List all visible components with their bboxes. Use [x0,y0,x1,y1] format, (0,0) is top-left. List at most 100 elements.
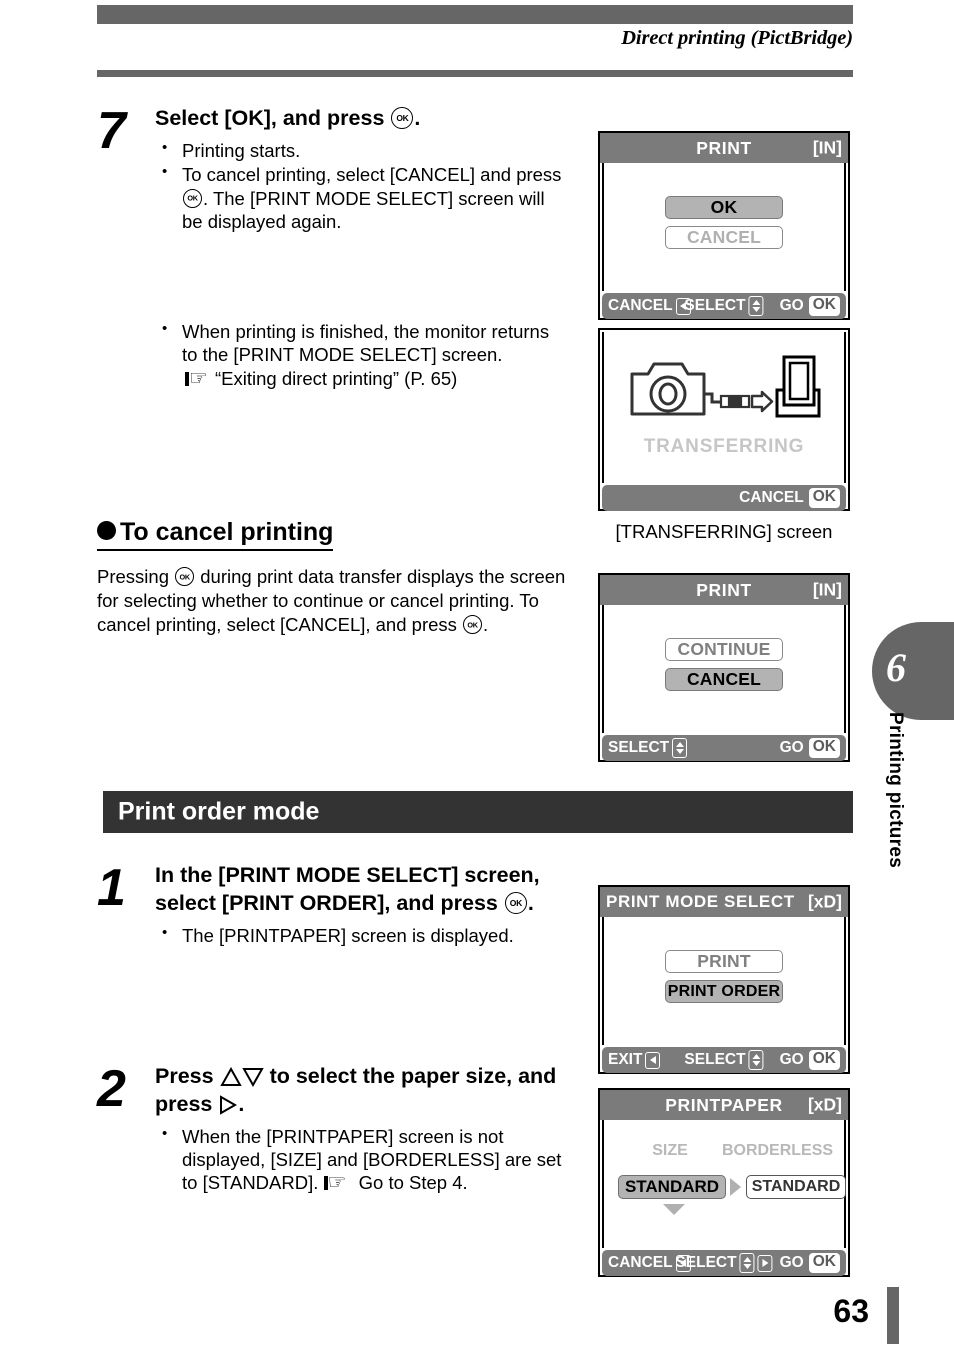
right-arrow-icon [220,1095,238,1115]
lcd-footer-left-label: EXIT [608,1051,643,1068]
step-7-note-bullets: When printing is finished, the monitor r… [155,320,567,390]
lcd-title-text: PRINT MODE SELECT [606,892,795,911]
right-arrow-key-icon [757,1254,773,1272]
lcd-menu-item-ok[interactable]: OK [665,196,783,219]
subsection-body: Pressing during print data transfer disp… [97,565,567,637]
printpaper-borderless-label: BORDERLESS [721,1142,834,1159]
printpaper-size-label: SIZE [652,1142,688,1159]
header-top-bar [97,5,853,24]
lcd-footer-right: CANCEL OK [739,488,840,508]
lcd-footer-bar: CANCEL SELECT GO OK [602,293,846,319]
step-7-heading-text: Select [OK], and press [155,106,385,130]
lcd-footer-right-label: GO [779,1051,804,1068]
lcd-title-text: PRINTPAPER [665,1094,783,1115]
ok-button-icon [175,567,195,586]
list-item: To cancel printing, select [CANCEL] and … [155,163,567,233]
ok-key-icon: OK [808,488,840,508]
lcd-footer-mid-label: SELECT [684,297,746,314]
lcd-title-bar: PRINTPAPER [xD] [600,1090,848,1120]
lcd-screen-print-ok-cancel: PRINT [IN] OK CANCEL CANCEL SELECT GO OK [598,131,850,320]
to-cancel-printing-section: To cancel printing Pressing during print… [97,518,567,637]
lcd-content-area: SIZE BORDERLESS STANDARD STANDARD [602,1120,846,1248]
lcd-footer-mid-label: SELECT [675,1254,737,1271]
header-rule [97,70,853,77]
subsection-heading: To cancel printing [97,518,567,551]
step-1-heading-period: . [527,890,534,915]
ok-button-icon [391,107,414,129]
lcd-footer-right: GO OK [780,296,840,316]
lcd-menu-item-print-order[interactable]: PRINT ORDER [665,980,783,1003]
ok-key-icon: OK [808,1253,840,1273]
lcd-footer-right: GO OK [780,738,840,758]
left-arrow-key-icon [645,1051,661,1069]
step-2-heading-text-2: to select the paper size, and press [155,1064,557,1116]
step-1-number: 1 [97,859,126,917]
step-1-heading-text: In the [PRINT MODE SELECT] screen, selec… [155,863,540,915]
lcd-footer-left-label: CANCEL [608,1254,673,1271]
step-7-bullets: Printing starts. To cancel printing, sel… [155,139,567,233]
step-2-bullets: When the [PRINTPAPER] screen is not disp… [155,1125,567,1195]
subsection-body-text-1: Pressing [97,566,169,587]
lcd-card-indicator: [xD] [807,1094,842,1115]
lcd-footer-right: GO OK [780,1253,840,1273]
lcd-content-area: OK CANCEL [602,163,846,291]
bullet-dot-icon [97,521,116,540]
lcd-caption-transferring: [TRANSFERRING] screen [615,521,833,542]
step-2-number: 2 [97,1060,126,1118]
printpaper-borderless-value[interactable]: STANDARD [746,1175,846,1199]
subsection-body-text-3: . [483,614,489,636]
ok-button-icon [183,188,202,208]
lcd-status-text: TRANSFERRING [643,436,805,457]
section-header-print-order-mode: Print order mode [103,791,853,833]
lcd-card-indicator: [IN] [812,137,842,158]
lcd-footer-right-label: GO [779,297,804,314]
ok-button-icon [463,615,483,635]
down-arrow-icon [241,1068,264,1088]
ok-button-icon [504,891,527,914]
lcd-card-indicator: [IN] [812,579,842,600]
lcd-menu-item-print[interactable]: PRINT [665,950,783,973]
lcd-footer-bar: EXIT SELECT GO OK [602,1047,846,1073]
up-down-key-icon [739,1253,755,1273]
lcd-menu-item-cancel[interactable]: CANCEL [665,668,783,691]
lcd-card-indicator: [xD] [807,891,842,912]
step-1-bullets: The [PRINTPAPER] screen is displayed. [155,924,567,947]
chapter-number: 6 [886,645,906,690]
lcd-menu-item-continue[interactable]: CONTINUE [665,638,783,661]
ok-key-icon: OK [808,738,840,758]
subsection-heading-text: To cancel printing [120,518,334,546]
right-arrow-indicator-icon [730,1178,741,1196]
lcd-footer-mid: SELECT [684,1050,764,1070]
subsection-heading-inner: To cancel printing [97,518,334,551]
lcd-footer-left: SELECT [608,738,688,758]
chapter-label: Printing pictures [885,712,906,869]
lcd-content-area: PRINT PRINT ORDER [602,917,846,1045]
step-2-heading-period: . [238,1091,245,1116]
list-item: The [PRINTPAPER] screen is displayed. [155,924,567,947]
up-down-key-icon [672,738,688,758]
ok-key-icon: OK [808,1050,840,1070]
bullet-text: To cancel printing, select [CANCEL] and … [182,164,562,186]
step-2-heading: Press to select the paper size, and pres… [155,1063,567,1119]
up-arrow-icon [219,1066,242,1086]
page-header-title: Direct printing (PictBridge) [621,27,853,49]
list-item: Printing starts. [155,139,567,162]
lcd-footer-mid-label: SELECT [684,1051,746,1068]
printpaper-size-value[interactable]: STANDARD [618,1175,726,1199]
list-item: When printing is finished, the monitor r… [155,320,567,390]
lcd-title-text: PRINT [696,579,752,600]
bullet-text-cont: Go to Step 4. [358,1172,468,1194]
lcd-screen-print-mode-select: PRINT MODE SELECT [xD] PRINT PRINT ORDER… [598,885,850,1074]
step-7-heading: Select [OK], and press . [155,105,567,133]
page-edge-marker [887,1287,899,1344]
lcd-footer-left-label: CANCEL [608,297,673,314]
up-down-key-icon [748,1050,764,1070]
cross-reference-text: “Exiting direct printing” (P. 65) [215,367,458,389]
step-7-heading-period: . [414,106,421,130]
section-header-title: Print order mode [118,797,320,826]
bullet-text: When printing is finished, the monitor r… [182,321,550,366]
lcd-footer-mid: SELECT [675,1253,773,1273]
bullet-text: The [PRINTPAPER] screen is displayed. [182,924,514,946]
lcd-footer-bar: CANCEL SELECT GO OK [602,1250,846,1276]
lcd-menu-item-cancel[interactable]: CANCEL [665,226,783,249]
